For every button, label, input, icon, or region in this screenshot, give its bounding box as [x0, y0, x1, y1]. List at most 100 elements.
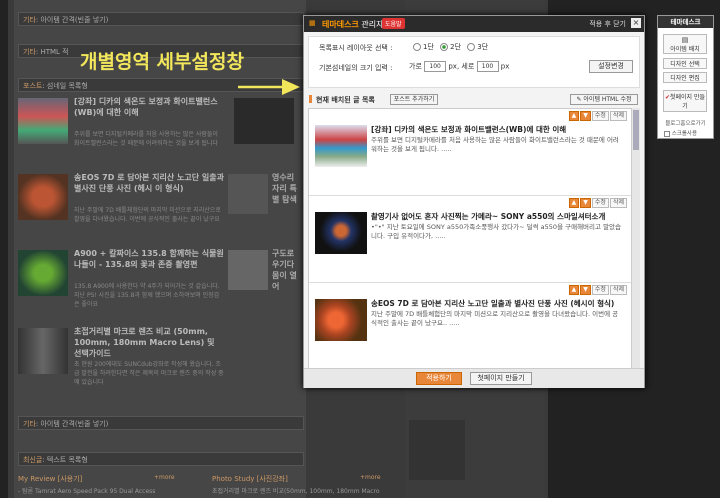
bg-section-prefix: 최신글: [23, 456, 43, 464]
bg-bar-spacer-top: 기타: 아이템 간격(빈줄 넣기): [18, 12, 304, 26]
apply-button[interactable]: 적용하기: [416, 372, 462, 385]
layout-option-label: 1단: [423, 43, 434, 51]
post-thumbnail: [315, 299, 367, 341]
item-controls: ▲ ▼ 수정 삭제: [568, 285, 627, 295]
bg-calendar: [409, 420, 465, 480]
height-label: px, 세로: [448, 62, 475, 71]
design-select-button[interactable]: 디자인 선택: [663, 58, 707, 69]
bg-post: 송EOS 7D 로 담아본 지리산 노고단 일출과 별사진 단풍 사진 (헤시 …: [14, 170, 304, 246]
blog-home-link[interactable]: 블로그홈으로가기: [658, 119, 713, 127]
bg-col2-more: +more: [360, 474, 381, 481]
bg-bar-prefix: 기타: [23, 16, 36, 24]
item-layout-button[interactable]: ▤ 아이템 배치: [663, 34, 707, 54]
bg-col2-title: Photo Study [사진강좌]: [212, 475, 288, 483]
close-icon[interactable]: ×: [631, 18, 641, 28]
layout-options: 1단 2단 3단: [409, 42, 488, 52]
post-thumbnail: [315, 212, 367, 254]
height-input[interactable]: 100: [476, 61, 499, 72]
bg-post-desc: 주위를 보면 디지털카메라를 처음 사용하는 많은 사람들이 화이트밸런스라는 …: [74, 131, 218, 147]
scrollbar-thumb[interactable]: [633, 110, 639, 150]
move-down-button[interactable]: ▼: [580, 198, 591, 208]
delete-button[interactable]: 삭제: [609, 198, 627, 208]
list-scrollbar[interactable]: [632, 108, 640, 370]
dialog-title-brand: 테마데스크: [322, 20, 359, 29]
bg-section-text: : 텍스트 목록형: [42, 456, 88, 464]
bg-post-thumbnail: [228, 250, 268, 290]
bg-section2-title: 최신글: 텍스트 목록형: [18, 452, 304, 466]
bg-post-thumbnail: [234, 98, 294, 144]
scroll-option-label: 스크롤사용: [671, 131, 698, 137]
post-list-item[interactable]: ▲ ▼ 수정 삭제 [강좌] 디카의 색온도 보정과 화이트밸런스(WB)에 대한 이…: [309, 109, 631, 196]
bg-col2-item: 초접거리별 마크로 렌즈 비교(50mm, 100mm, 180mm Macro: [212, 488, 380, 495]
post-title: 송EOS 7D 로 담아본 지리산 노고단 일출과 별사진 단풍 사진 (헤시이…: [371, 299, 615, 308]
bg-section-prefix: 포스트: [23, 82, 43, 90]
bg-bar-text: : 아이템 간격(빈줄 넣기): [35, 16, 109, 24]
move-up-button[interactable]: ▲: [568, 285, 580, 295]
layout-option-label: 2단: [450, 43, 462, 51]
help-button[interactable]: 도움말: [382, 18, 405, 29]
dialog-title: 테마데스크 관리자: [322, 19, 383, 30]
bullet-icon: [309, 95, 312, 103]
add-post-button[interactable]: 포스트 추가하기: [390, 94, 438, 105]
make-first-page-button[interactable]: 첫페이지 만들기: [470, 372, 532, 385]
edit-button[interactable]: 수정: [591, 285, 609, 295]
apply-close-link[interactable]: 적용 후 닫기: [589, 19, 626, 29]
list-header-label: 현재 배치된 글 목록: [316, 96, 375, 104]
bg-post-thumbnail: [228, 174, 268, 214]
layout-radio-2[interactable]: [440, 43, 449, 51]
bg-bar-spacer-bottom: 기타: 아이템 간격(빈줄 넣기): [18, 416, 304, 430]
bg-post-thumbnail: [18, 174, 68, 220]
bg-bar-prefix: 기타: [23, 48, 36, 56]
item-controls: ▲ ▼ 수정 삭제: [568, 111, 627, 121]
annotation-arrow: [238, 79, 300, 95]
thumb-size-label: 기본섬네일의 크기 입력 :: [319, 64, 393, 72]
bg-post-desc: 135.8 A900에 사용한다 약 4주가 되어가는 것 같습니다. 지난 P…: [74, 283, 220, 308]
grid-icon: ▦: [309, 19, 316, 27]
layout-radio-3[interactable]: [467, 43, 476, 51]
dialog-titlebar[interactable]: ▦ 테마데스크 관리자 도움말 적용 후 닫기 ×: [304, 16, 644, 32]
post-list: ▲ ▼ 수정 삭제 [강좌] 디카의 색온도 보정과 화이트밸런스(WB)에 대한 이…: [308, 108, 632, 372]
theme-desk-panel: 테마데스크 ▤ 아이템 배치 디자인 선택 디자인 편집 ✔첫페이지 만들기 블로…: [657, 15, 714, 139]
width-label: 가로: [409, 62, 422, 71]
width-input[interactable]: 100: [424, 61, 447, 72]
settings-change-button[interactable]: 설정변경: [589, 60, 633, 73]
post-list-item[interactable]: ▲ ▼ 수정 삭제 촬영기사 없어도 혼자 사진찍는 가메라~ SONY a550의 …: [309, 196, 631, 283]
move-up-button[interactable]: ▲: [568, 198, 580, 208]
post-desc: 지난 주말에 7D 배틀체험단의 마지막 미션으로 지리산으로 촬영을 다녀왔습…: [371, 310, 619, 327]
move-down-button[interactable]: ▼: [580, 111, 591, 121]
bg-post-title: A900 + 칼짜이스 135.8 함께하는 식물원 나들이 - 135.8의 …: [74, 249, 224, 269]
first-page-button[interactable]: ✔첫페이지 만들기: [663, 90, 707, 112]
design-edit-button[interactable]: 디자인 편집: [663, 72, 707, 83]
bg-post-right-title: 구도로 우기다 몸이 열어: [272, 249, 297, 291]
bg-post-thumbnail: [18, 328, 68, 374]
unit-label: px: [500, 62, 510, 71]
scroll-option[interactable]: 스크롤사용: [664, 129, 712, 137]
item-layout-label: 아이템 배치: [670, 46, 700, 53]
item-html-edit-label: 아이템 HTML 수정: [583, 96, 632, 103]
delete-button[interactable]: 삭제: [609, 285, 627, 295]
edit-button[interactable]: 수정: [591, 111, 609, 121]
move-down-button[interactable]: ▼: [580, 285, 591, 295]
bg-post-desc: 지난 주말에 7D 배틀체험단의 마지막 미션으로 지리산으로 촬영을 다녀왔습…: [74, 207, 221, 223]
thumb-size-inputs: 가로 100 px, 세로 100 px: [409, 61, 509, 72]
bg-col1-more: +more: [154, 474, 175, 481]
settings-panel: 목록표시 레이아웃 선택 : 1단 2단 3단 기본섬네일의 크기 입력 : 가…: [308, 36, 640, 88]
layout-label: 목록표시 레이아웃 선택 :: [319, 44, 393, 52]
post-list-item[interactable]: ▲ ▼ 수정 삭제 송EOS 7D 로 담아본 지리산 노고단 일출과 별사진 단풍 …: [309, 283, 631, 370]
post-title: [강좌] 디카의 색온도 보정과 화이트밸런스(WB)에 대한 이해: [371, 125, 567, 134]
delete-button[interactable]: 삭제: [609, 111, 627, 121]
layout-radio-1[interactable]: [413, 43, 421, 51]
move-up-button[interactable]: ▲: [568, 111, 580, 121]
bg-post-title: 초접거리별 마크로 렌즈 비교 (50mm, 100mm, 180mm Macr…: [74, 327, 215, 358]
item-html-edit-button[interactable]: ✎ 아이템 HTML 수정: [570, 94, 638, 105]
edit-button[interactable]: 수정: [591, 198, 609, 208]
scroll-checkbox[interactable]: [664, 130, 670, 137]
bg-bar-text: : HTML 적: [35, 48, 69, 56]
post-thumbnail: [315, 125, 367, 167]
bg-post-thumbnail: [18, 98, 68, 144]
layout-icon: ▤: [681, 36, 689, 44]
post-title: 촬영기사 없어도 혼자 사진찍는 가메라~ SONY a550의 스마일셔터소개: [371, 212, 606, 221]
bg-post-title: 송EOS 7D 로 담아본 지리산 노고단 일출과 별사진 단풍 사진 (헤시 …: [74, 173, 224, 193]
post-desc: •"•" 지난 토요일에 SONY a550가족소풍행사 갔다가~ 덜썩 a55…: [371, 223, 622, 240]
bg-post-title: [강좌] 디카의 색온도 보정과 화이트밸런스(WB)에 대한 이해: [74, 97, 218, 117]
